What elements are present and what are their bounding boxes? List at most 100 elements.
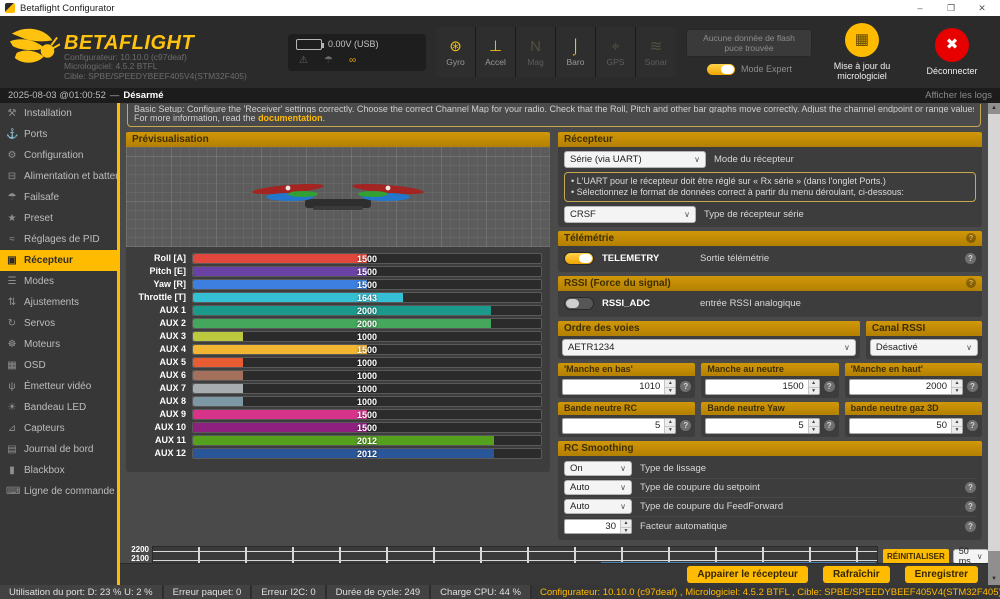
telemetry-toggle[interactable]: [564, 252, 594, 265]
sidebar-item-servos[interactable]: ↻ Servos: [0, 313, 117, 334]
sidebar-item-cli[interactable]: ⌨ Ligne de commande (CLI): [0, 481, 117, 502]
number-input[interactable]: 5 ▲▼: [562, 418, 676, 434]
number-input[interactable]: 5 ▲▼: [705, 418, 819, 434]
servos-icon: ↻: [6, 318, 18, 329]
sidebar-item-video-transmitter[interactable]: ψ Émetteur vidéo: [0, 376, 117, 397]
channel-value: 1000: [193, 332, 541, 342]
channel-value: 2012: [193, 449, 541, 459]
expert-mode-toggle[interactable]: [706, 63, 736, 76]
maximize-button[interactable]: ❐: [938, 0, 964, 16]
ports-icon: ⚓: [6, 129, 18, 140]
channel-label: AUX 3: [128, 331, 192, 341]
disconnect-button[interactable]: ✖: [935, 28, 969, 62]
close-button[interactable]: ✕: [969, 0, 995, 16]
expert-mode-row: Mode Expert: [706, 63, 792, 76]
firmware-flasher-button[interactable]: ▦: [845, 23, 879, 57]
vertical-scrollbar[interactable]: ▲ ▼: [988, 103, 1000, 585]
sidebar-item-label: Ajustements: [24, 297, 79, 308]
configuration-icon: ⚙: [6, 150, 18, 161]
stepper[interactable]: ▲▼: [808, 380, 819, 394]
step-up-icon: ▲: [809, 380, 819, 388]
stepper[interactable]: ▲▼: [808, 419, 819, 433]
sidebar-item-sensors[interactable]: ⊿ Capteurs: [0, 418, 117, 439]
channel-row: AUX 4 1500: [128, 344, 542, 355]
receiver-mode-select[interactable]: Série (via UART)∨: [564, 151, 706, 168]
number-input[interactable]: 2000 ▲▼: [849, 379, 963, 395]
rc-smoothing-select[interactable]: On∨: [564, 461, 632, 476]
stepper[interactable]: ▲▼: [620, 520, 631, 533]
channel-row: AUX 11 2012: [128, 435, 542, 446]
scroll-up-icon[interactable]: ▲: [988, 103, 1000, 114]
sidebar-item-osd[interactable]: ▦ OSD: [0, 355, 117, 376]
number-input[interactable]: 50 ▲▼: [849, 418, 963, 434]
statusbar-segment: Utilisation du port: D: 23 % U: 2 %: [0, 585, 164, 599]
sidebar-item-configuration[interactable]: ⚙ Configuration: [0, 145, 117, 166]
step-down-icon: ▼: [952, 427, 962, 434]
scrollbar-thumb[interactable]: [988, 114, 1000, 551]
sidebar-item-failsafe[interactable]: ☂ Failsafe: [0, 187, 117, 208]
channel-row: Throttle [T] 1643: [128, 292, 542, 303]
channel-map-select[interactable]: AETR1234∨: [562, 339, 856, 356]
refresh-interval-select[interactable]: 50 ms∨: [953, 549, 988, 564]
help-icon: ?: [966, 278, 976, 288]
number-input[interactable]: 1010 ▲▼: [562, 379, 676, 395]
stepper[interactable]: ▲▼: [951, 380, 962, 394]
sensor-label: Baro: [567, 57, 585, 67]
led-strip-icon: ☀: [6, 402, 18, 413]
sidebar-item-pid-tuning[interactable]: ≈ Réglages de PID: [0, 229, 117, 250]
sidebar-item-power-battery[interactable]: ⊟ Alimentation et batterie: [0, 166, 117, 187]
stepper[interactable]: ▲▼: [664, 380, 675, 394]
serial-provider-select[interactable]: CRSF∨: [564, 206, 696, 223]
sidebar-item-motors[interactable]: ☸ Moteurs: [0, 334, 117, 355]
chevron-down-icon: ∨: [614, 483, 626, 492]
rc-smoothing-select[interactable]: Auto∨: [564, 480, 632, 495]
show-logs-link[interactable]: Afficher les logs: [925, 90, 992, 101]
save-button[interactable]: Enregistrer: [905, 566, 978, 583]
channel-bar-track: 1500: [192, 266, 542, 277]
minimize-button[interactable]: –: [907, 0, 933, 16]
sidebar-item-label: Ligne de commande (CLI): [24, 486, 117, 497]
channel-map-field: Ordre des voies AETR1234∨: [558, 321, 860, 359]
refresh-button[interactable]: Rafraîchir: [823, 566, 890, 583]
note-line: • Sélectionnez le format de données corr…: [571, 187, 969, 198]
motors-icon: ☸: [6, 339, 18, 350]
stick-endpoints-row: 'Manche en bas' 1010 ▲▼ ? Manche au neut…: [558, 363, 982, 398]
rc-smoothing-number-input[interactable]: 30 ▲▼: [564, 519, 632, 534]
flash-data-button[interactable]: Aucune donnée de flash puce trouvée: [686, 29, 812, 57]
help-icon: ?: [967, 381, 978, 392]
sidebar-item-label: Configuration: [24, 150, 83, 161]
help-icon: ?: [680, 381, 691, 392]
rc-smoothing-select[interactable]: Auto∨: [564, 499, 632, 514]
content-scroll-area: Basic Setup: Configure the 'Receiver' se…: [120, 103, 988, 563]
chevron-down-icon: ∨: [960, 343, 972, 352]
chart-reset-button[interactable]: RÉINITIALISER: [883, 549, 949, 564]
mag-icon: N: [530, 38, 541, 55]
sidebar-item-modes[interactable]: ☰ Modes: [0, 271, 117, 292]
sidebar-item-receiver[interactable]: ▣ Récepteur: [0, 250, 117, 271]
statusbar-segment: Charge CPU: 44 %: [431, 585, 532, 599]
sidebar-item-adjustments[interactable]: ⇅ Ajustements: [0, 292, 117, 313]
toggle-knob: [579, 254, 592, 263]
receiver-note-box: • L'UART pour le récepteur doit être rég…: [564, 172, 976, 202]
channel-label: Yaw [R]: [128, 279, 192, 289]
sidebar-item-preset[interactable]: ★ Preset: [0, 208, 117, 229]
step-up-icon: ▲: [665, 419, 675, 427]
note-line: • L'UART pour le récepteur doit être rég…: [571, 176, 969, 187]
scroll-down-icon[interactable]: ▼: [988, 574, 1000, 585]
bind-receiver-button[interactable]: Appairer le récepteur: [687, 566, 808, 583]
sidebar-item-led-strip[interactable]: ☀ Bandeau LED: [0, 397, 117, 418]
link-icon: ∞: [349, 55, 356, 66]
sidebar-item-installation[interactable]: ⚒ Installation: [0, 103, 117, 124]
number-input[interactable]: 1500 ▲▼: [705, 379, 819, 395]
sidebar-item-blackbox[interactable]: ▮ Blackbox: [0, 460, 117, 481]
rssi-channel-select[interactable]: Désactivé∨: [870, 339, 978, 356]
documentation-link[interactable]: documentation: [258, 113, 323, 123]
rssi-adc-toggle[interactable]: [564, 297, 594, 310]
channel-bar-track: 2012: [192, 435, 542, 446]
help-icon: ?: [824, 381, 835, 392]
sidebar-item-logging[interactable]: ▤ Journal de bord: [0, 439, 117, 460]
stepper[interactable]: ▲▼: [664, 419, 675, 433]
stepper[interactable]: ▲▼: [951, 419, 962, 433]
sensor-status-group: ⊛ Gyro ⊥ Accel N Mag ⌡ Baro ⌖ GPS ≋ Sona…: [436, 27, 676, 77]
sidebar-item-ports[interactable]: ⚓ Ports: [0, 124, 117, 145]
